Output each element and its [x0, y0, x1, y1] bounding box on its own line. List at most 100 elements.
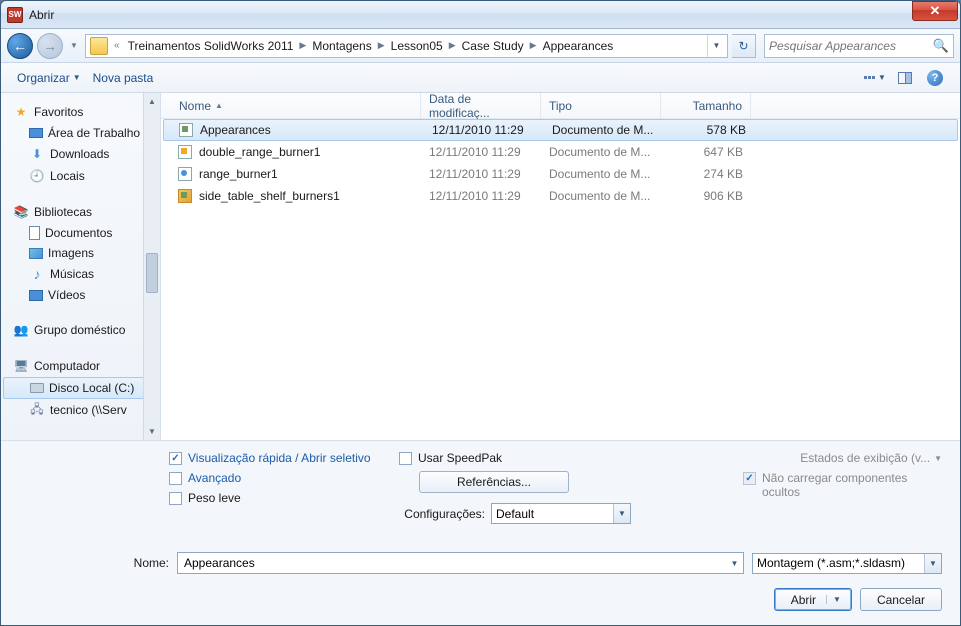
nav-sidebar: ★Favoritos Área de Trabalho ⬇Downloads 🕘…: [1, 93, 161, 440]
file-rows: Appearances 12/11/2010 11:29 Documento d…: [161, 119, 960, 440]
filename-input[interactable]: [184, 553, 717, 573]
sidebar-group-favorites[interactable]: ★Favoritos: [1, 101, 160, 123]
help-icon: ?: [927, 70, 943, 86]
toolbar: Organizar▼ Nova pasta ▼ ?: [1, 63, 960, 93]
no-hidden-checkbox: Não carregar componentes ocultos: [743, 471, 942, 499]
advanced-checkbox[interactable]: Avançado: [169, 471, 379, 485]
scroll-up-icon[interactable]: ▲: [144, 93, 160, 110]
breadcrumb-item[interactable]: Appearances: [539, 35, 618, 57]
sidebar-item-videos[interactable]: Vídeos: [1, 285, 160, 305]
sidebar-item-downloads[interactable]: ⬇Downloads: [1, 143, 160, 165]
breadcrumb-dropdown[interactable]: ▼: [707, 35, 725, 57]
chevron-down-icon[interactable]: ▼: [726, 553, 743, 573]
config-combo[interactable]: Default ▼: [491, 503, 631, 524]
sidebar-item-desktop[interactable]: Área de Trabalho: [1, 123, 160, 143]
speedpak-checkbox[interactable]: Usar SpeedPak: [399, 451, 639, 465]
checkbox-icon: [169, 472, 182, 485]
breadcrumb-bar[interactable]: « Treinamentos SolidWorks 2011▶ Montagen…: [85, 34, 728, 58]
open-button[interactable]: Abrir▼: [774, 588, 852, 611]
filename-row: Nome: ▼ Montagem (*.asm;*.sldasm) ▼: [1, 538, 960, 580]
sidebar-group-libraries[interactable]: 📚Bibliotecas: [1, 201, 160, 223]
scroll-thumb[interactable]: [146, 253, 158, 293]
quick-view-checkbox[interactable]: Visualização rápida / Abrir seletivo: [169, 451, 379, 465]
library-icon: 📚: [13, 204, 29, 220]
close-button[interactable]: ✕: [912, 1, 958, 21]
sidebar-item-local-disk[interactable]: Disco Local (C:): [3, 377, 158, 399]
chevron-right-icon[interactable]: ▶: [447, 40, 458, 51]
file-row[interactable]: side_table_shelf_burners1 12/11/2010 11:…: [161, 185, 960, 207]
search-icon[interactable]: 🔍: [933, 38, 949, 54]
nav-bar: ← → ▼ « Treinamentos SolidWorks 2011▶ Mo…: [1, 29, 960, 63]
organize-menu[interactable]: Organizar▼: [11, 67, 87, 89]
chevron-down-icon: ▼: [924, 554, 941, 573]
chevron-down-icon: ▼: [73, 73, 81, 82]
cancel-button[interactable]: Cancelar: [860, 588, 942, 611]
sidebar-item-network-drive[interactable]: 🖧tecnico (\\Serv: [1, 399, 160, 421]
nav-forward-button[interactable]: →: [37, 33, 63, 59]
file-row[interactable]: Appearances 12/11/2010 11:29 Documento d…: [163, 119, 958, 141]
sidebar-group-homegroup[interactable]: 👥Grupo doméstico: [1, 319, 160, 341]
chevron-down-icon: ▼: [613, 504, 630, 523]
nav-back-button[interactable]: ←: [7, 33, 33, 59]
view-mode-button[interactable]: ▼: [861, 67, 889, 89]
file-row[interactable]: range_burner1 12/11/2010 11:29 Documento…: [161, 163, 960, 185]
breadcrumb-item[interactable]: Case Study: [458, 35, 528, 57]
breadcrumb-item[interactable]: Treinamentos SolidWorks 2011: [124, 35, 298, 57]
refresh-icon: ↻: [738, 39, 748, 53]
column-date[interactable]: Data de modificaç...: [421, 93, 541, 118]
view-icon: [864, 76, 875, 79]
sidebar-group-computer[interactable]: 🖥Computador: [1, 355, 160, 377]
display-states-dropdown[interactable]: Estados de exibição (v...▼: [800, 451, 942, 465]
sidebar-item-pictures[interactable]: Imagens: [1, 243, 160, 263]
filename-label: Nome:: [19, 556, 169, 570]
scroll-down-icon[interactable]: ▼: [144, 423, 160, 440]
references-button[interactable]: Referências...: [419, 471, 569, 493]
music-icon: ♪: [29, 266, 45, 282]
checkbox-icon: [743, 472, 756, 485]
app-icon: SW: [7, 7, 23, 23]
file-list: Nome▲ Data de modificaç... Tipo Tamanho …: [161, 93, 960, 440]
open-dialog: SW Abrir ✕ ← → ▼ « Treinamentos SolidWor…: [0, 0, 961, 626]
assembly-file-icon: [178, 122, 194, 138]
chevron-right-icon[interactable]: ▶: [376, 40, 387, 51]
sidebar-item-music[interactable]: ♪Músicas: [1, 263, 160, 285]
breadcrumb-overflow-icon[interactable]: «: [110, 40, 124, 51]
breadcrumb-item[interactable]: Montagens: [308, 35, 375, 57]
download-icon: ⬇: [29, 146, 45, 162]
chevron-right-icon[interactable]: ▶: [297, 40, 308, 51]
sidebar-item-documents[interactable]: Documentos: [1, 223, 160, 243]
lightweight-checkbox[interactable]: Peso leve: [169, 491, 379, 505]
folder-icon: [90, 37, 108, 55]
homegroup-icon: 👥: [13, 322, 29, 338]
sidebar-item-recent[interactable]: 🕘Locais: [1, 165, 160, 187]
chevron-right-icon[interactable]: ▶: [528, 40, 539, 51]
chevron-down-icon: ▼: [934, 454, 942, 463]
filename-input-wrapper[interactable]: ▼: [177, 552, 744, 574]
refresh-button[interactable]: ↻: [732, 34, 756, 58]
disk-icon: [30, 383, 44, 393]
filetype-filter-combo[interactable]: Montagem (*.asm;*.sldasm) ▼: [752, 553, 942, 574]
search-box[interactable]: 🔍: [764, 34, 954, 58]
sidebar-scrollbar[interactable]: ▲ ▼: [143, 93, 160, 440]
document-icon: [29, 226, 40, 240]
new-folder-button[interactable]: Nova pasta: [87, 67, 160, 89]
column-size[interactable]: Tamanho: [661, 93, 751, 118]
preview-pane-button[interactable]: [891, 67, 919, 89]
assembly-file-icon: [177, 144, 193, 160]
computer-icon: 🖥: [13, 358, 29, 374]
star-icon: ★: [13, 104, 29, 120]
checkbox-icon: [399, 452, 412, 465]
column-name[interactable]: Nome▲: [161, 93, 421, 118]
preview-pane-icon: [898, 72, 912, 84]
column-type[interactable]: Tipo: [541, 93, 661, 118]
search-input[interactable]: [769, 39, 933, 53]
desktop-icon: [29, 128, 43, 138]
file-row[interactable]: double_range_burner1 12/11/2010 11:29 Do…: [161, 141, 960, 163]
chevron-down-icon[interactable]: ▼: [826, 595, 847, 604]
nav-history-dropdown[interactable]: ▼: [67, 36, 81, 56]
assembly-file-icon: [177, 166, 193, 182]
recent-icon: 🕘: [29, 168, 45, 184]
network-drive-icon: 🖧: [29, 402, 45, 418]
help-button[interactable]: ?: [921, 67, 949, 89]
breadcrumb-item[interactable]: Lesson05: [387, 35, 447, 57]
